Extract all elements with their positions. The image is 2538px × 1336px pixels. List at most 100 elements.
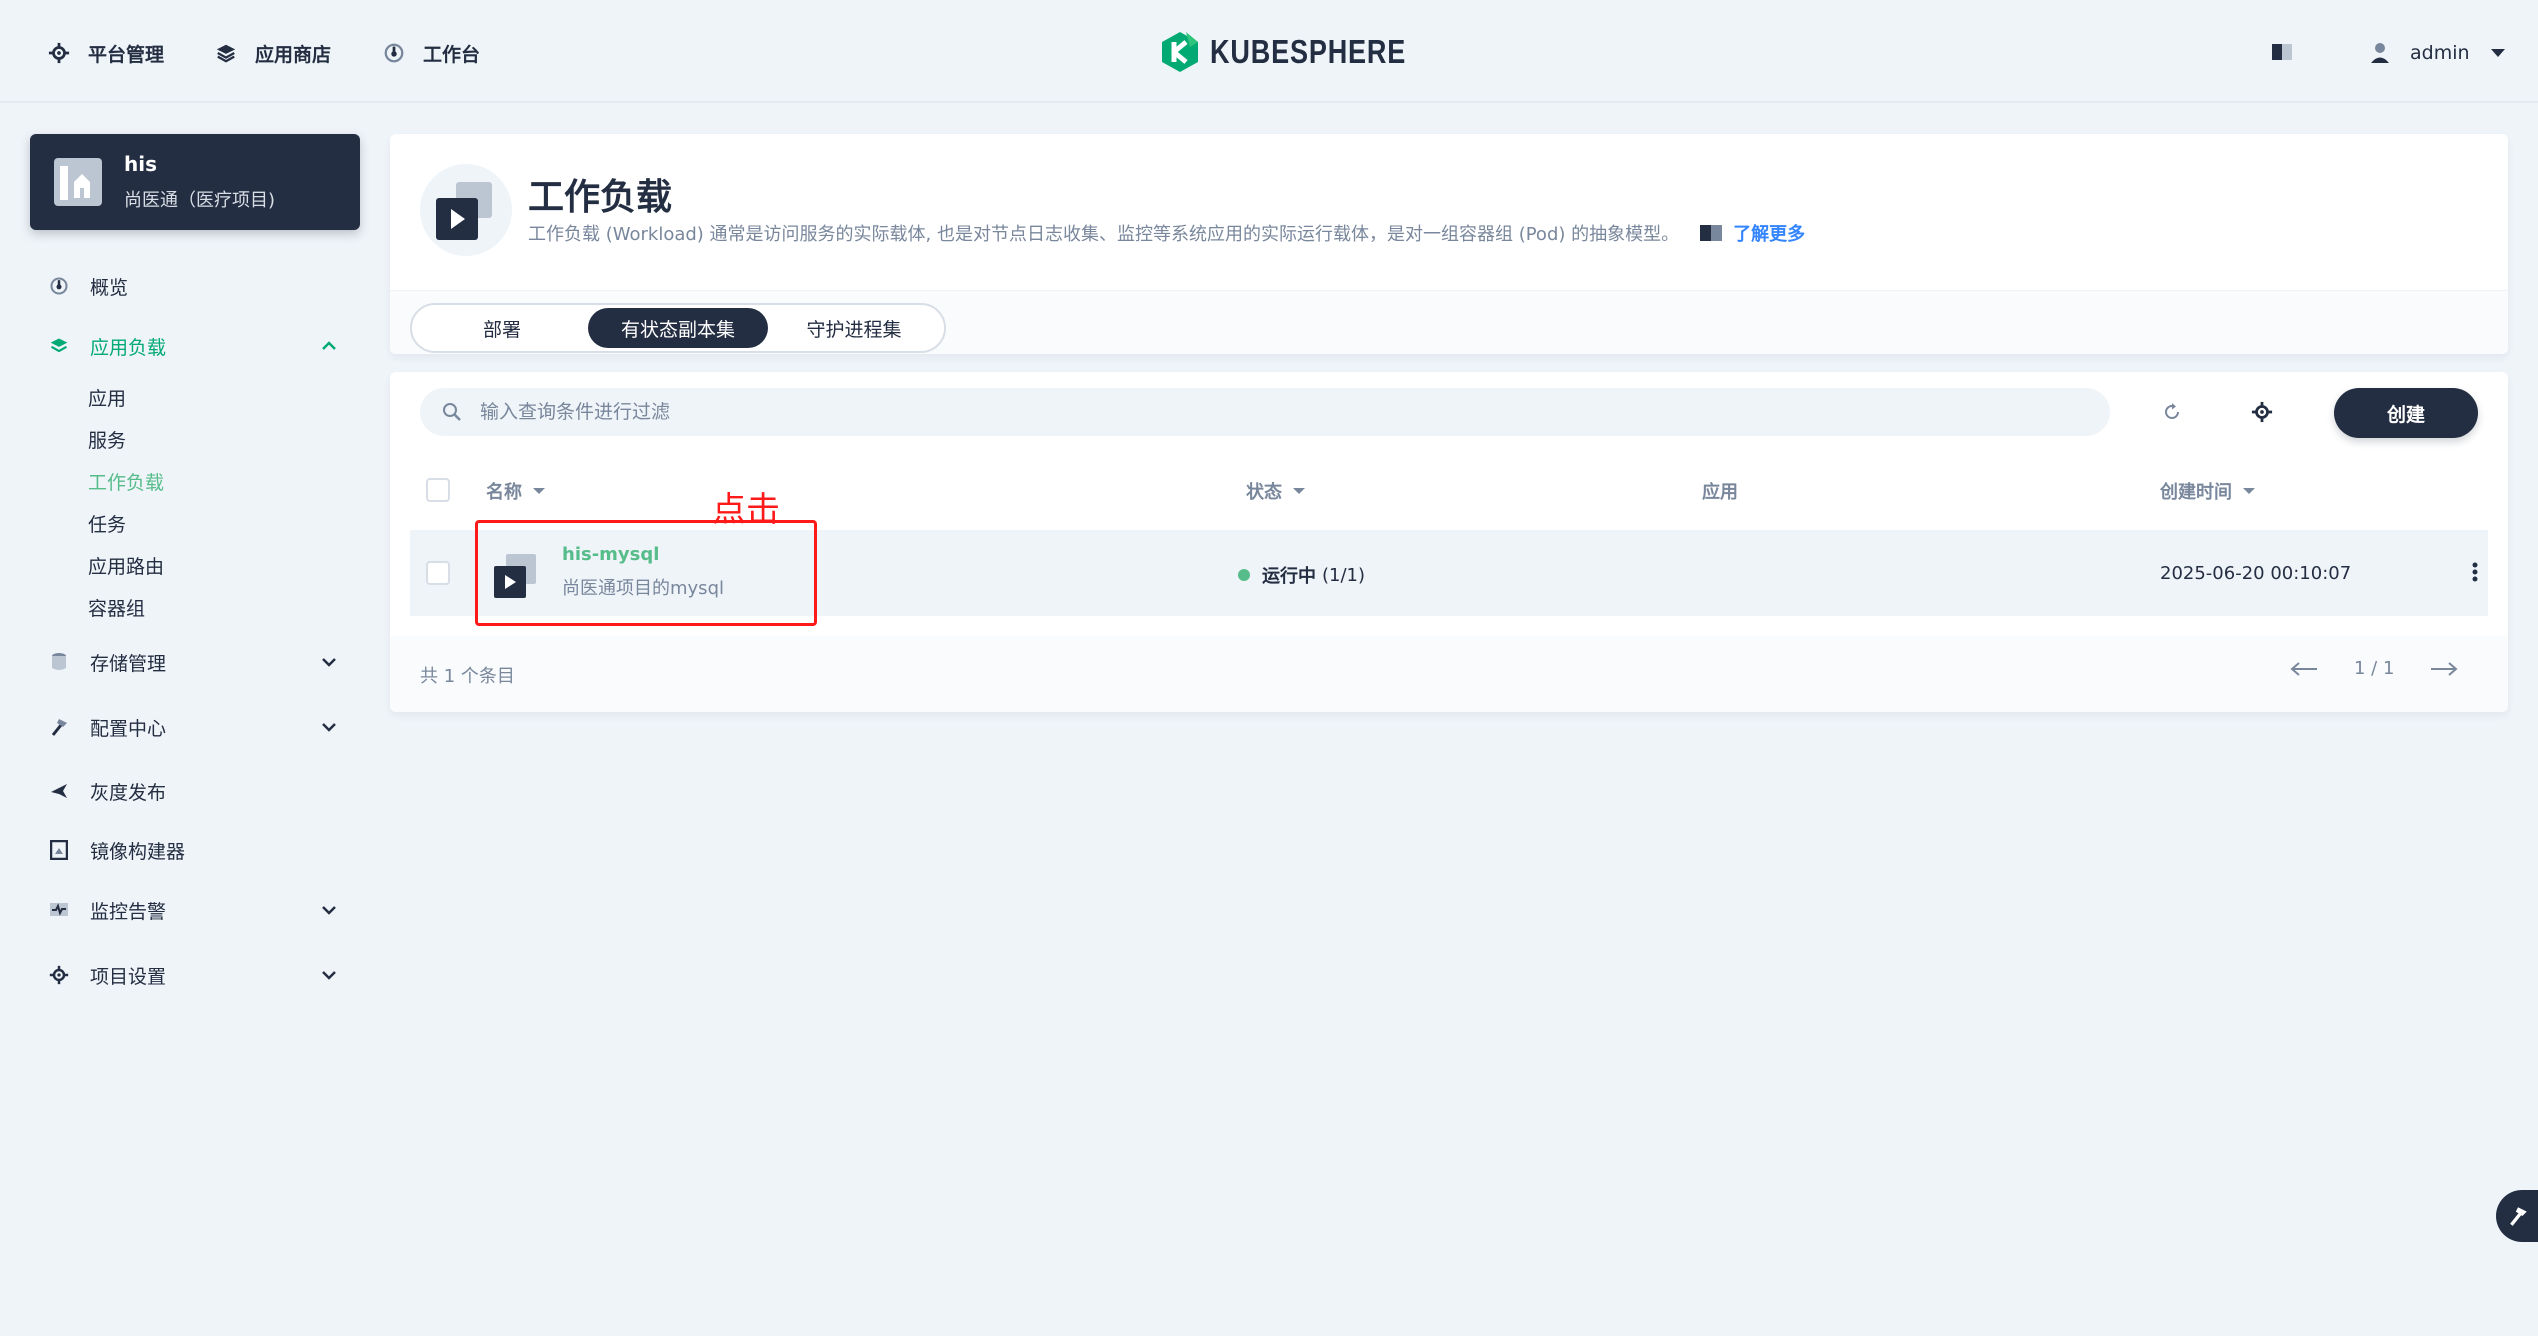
dashboard-icon xyxy=(50,277,68,295)
nav-workbench[interactable]: 工作台 xyxy=(383,36,480,70)
refresh-button[interactable] xyxy=(2150,390,2194,434)
hammer-icon xyxy=(2510,1207,2527,1226)
layers-icon xyxy=(50,338,68,353)
chevron-down-icon[interactable] xyxy=(320,718,338,736)
column-label: 创建时间 xyxy=(2160,482,2232,503)
tab-statefulsets[interactable]: 有状态副本集 xyxy=(588,308,768,348)
sidebar-item-label: 存储管理 xyxy=(90,652,167,675)
more-vertical-icon xyxy=(2472,562,2478,582)
search-input[interactable] xyxy=(480,401,1980,423)
sidebar-item-label: 应用负载 xyxy=(90,336,167,359)
sidebar-item-overview[interactable]: 概览 xyxy=(48,266,348,306)
more-actions-button[interactable] xyxy=(2460,552,2490,592)
image-builder-icon xyxy=(50,840,68,860)
project-card[interactable]: his 尚医通（医疗项目) xyxy=(30,134,360,230)
kubesphere-logo[interactable]: KUBESPHERE xyxy=(1160,30,1449,74)
page-description: 工作负载 (Workload) 通常是访问服务的实际载体, 也是对节点日志收集、… xyxy=(528,220,1805,246)
gear-icon xyxy=(48,42,70,64)
created-time: 2025-06-20 00:10:07 xyxy=(2160,563,2352,584)
nav-workbench-label: 工作台 xyxy=(423,43,481,66)
sidebar-item-label: 概览 xyxy=(90,276,129,299)
book-icon xyxy=(1700,225,1723,241)
workload-icon xyxy=(420,164,512,256)
sidebar-item-image-builder[interactable]: 镜像构建器 xyxy=(48,830,348,870)
nav-app-store-label: 应用商店 xyxy=(255,43,332,66)
bird-icon xyxy=(51,784,67,798)
total-count: 共 1 个条目 xyxy=(420,666,515,687)
row-checkbox[interactable] xyxy=(426,561,450,585)
column-created-time[interactable]: 创建时间 xyxy=(2160,478,2256,504)
chevron-down-icon[interactable] xyxy=(320,901,338,919)
tab-daemonsets[interactable]: 守护进程集 xyxy=(768,308,940,348)
page-header: 工作负载 工作负载 (Workload) 通常是访问服务的实际载体, 也是对节点… xyxy=(390,134,2508,354)
table-footer: 共 1 个条目 1 / 1 xyxy=(390,636,2508,712)
page-title: 工作负载 xyxy=(528,177,673,218)
tab-label: 有状态副本集 xyxy=(620,318,735,341)
sidebar-item-monitoring-alerts[interactable]: 监控告警 xyxy=(48,890,348,930)
sidebar-subitem-services[interactable]: 服务 xyxy=(88,421,126,457)
pagination: 1 / 1 xyxy=(2290,658,2458,679)
gear-icon xyxy=(2251,401,2273,423)
click-annotation-label: 点击 xyxy=(712,490,780,530)
sidebar-item-grayscale-release[interactable]: 灰度发布 xyxy=(48,771,348,811)
select-all-checkbox[interactable] xyxy=(426,478,450,502)
chevron-down-icon[interactable] xyxy=(320,966,338,984)
click-annotation-box xyxy=(475,520,817,626)
sidebar-subitem-label: 应用路由 xyxy=(88,555,165,578)
table-settings-button[interactable] xyxy=(2240,390,2284,434)
sidebar-item-project-settings[interactable]: 项目设置 xyxy=(48,955,348,995)
sidebar-item-label: 项目设置 xyxy=(90,965,167,988)
user-menu[interactable]: admin xyxy=(2370,36,2506,70)
column-name[interactable]: 名称 xyxy=(486,478,546,504)
chevron-down-icon[interactable] xyxy=(320,653,338,671)
sidebar-subitem-workloads[interactable]: 工作负载 xyxy=(88,463,164,499)
tab-label: 守护进程集 xyxy=(806,318,902,341)
status-badge: 运行中 (1/1) xyxy=(1238,562,1365,588)
tab-label: 部署 xyxy=(482,318,521,341)
caret-down-icon xyxy=(2490,49,2505,57)
chevron-up-icon[interactable] xyxy=(320,337,338,355)
sidebar-subitem-jobs[interactable]: 任务 xyxy=(88,505,126,541)
status-replicas: (1/1) xyxy=(1322,564,1366,586)
sidebar-item-label: 镜像构建器 xyxy=(90,840,186,863)
arrow-right-icon[interactable] xyxy=(2430,661,2458,676)
nav-platform-management[interactable]: 平台管理 xyxy=(48,36,164,70)
tab-deployments[interactable]: 部署 xyxy=(416,308,588,348)
hammer-icon xyxy=(51,719,67,736)
toolbox-floating-button[interactable] xyxy=(2496,1190,2538,1242)
sidebar-subitem-label: 工作负载 xyxy=(88,471,165,494)
sidebar-subitem-apps[interactable]: 应用 xyxy=(88,379,126,415)
sidebar-item-storage[interactable]: 存储管理 xyxy=(48,642,348,682)
logo-text: KUBESPHERE xyxy=(1210,33,1407,70)
kubesphere-logo-icon xyxy=(1162,32,1198,72)
nav-platform-management-label: 平台管理 xyxy=(88,43,165,66)
gear-icon xyxy=(49,965,69,985)
create-button[interactable]: 创建 xyxy=(2334,388,2478,438)
docs-toggle-button[interactable] xyxy=(2260,30,2304,74)
sidebar-subitem-pods[interactable]: 容器组 xyxy=(88,589,145,625)
caret-down-icon xyxy=(533,488,545,494)
sidebar-item-label: 配置中心 xyxy=(90,717,167,740)
nav-app-store[interactable]: 应用商店 xyxy=(215,36,331,70)
project-icon xyxy=(54,158,102,206)
status-dot xyxy=(1238,569,1250,581)
search-bar[interactable] xyxy=(420,388,2110,436)
sidebar-subitem-label: 服务 xyxy=(88,429,127,452)
sidebar-item-config-center[interactable]: 配置中心 xyxy=(48,707,348,747)
column-status[interactable]: 状态 xyxy=(1246,478,1306,504)
top-navbar: 平台管理 应用商店 工作台 KUBESPHERE admin xyxy=(0,0,2538,103)
sidebar-item-label: 监控告警 xyxy=(90,900,167,923)
column-app: 应用 xyxy=(1702,478,1738,504)
sidebar-item-app-workloads[interactable]: 应用负载 xyxy=(48,326,348,366)
sidebar-subitem-label: 任务 xyxy=(88,513,127,536)
user-icon xyxy=(2371,43,2389,63)
layers-icon xyxy=(216,44,236,63)
sidebar-subitem-label: 应用 xyxy=(88,387,127,410)
sidebar-subitem-routes[interactable]: 应用路由 xyxy=(88,547,164,583)
arrow-left-icon[interactable] xyxy=(2290,661,2318,676)
sidebar-item-label: 灰度发布 xyxy=(90,781,167,804)
column-label: 应用 xyxy=(1702,482,1738,503)
learn-more-link[interactable]: 了解更多 xyxy=(1699,220,1805,246)
page-description-text: 工作负载 (Workload) 通常是访问服务的实际载体, 也是对节点日志收集、… xyxy=(528,224,1680,245)
username: admin xyxy=(2410,42,2470,64)
